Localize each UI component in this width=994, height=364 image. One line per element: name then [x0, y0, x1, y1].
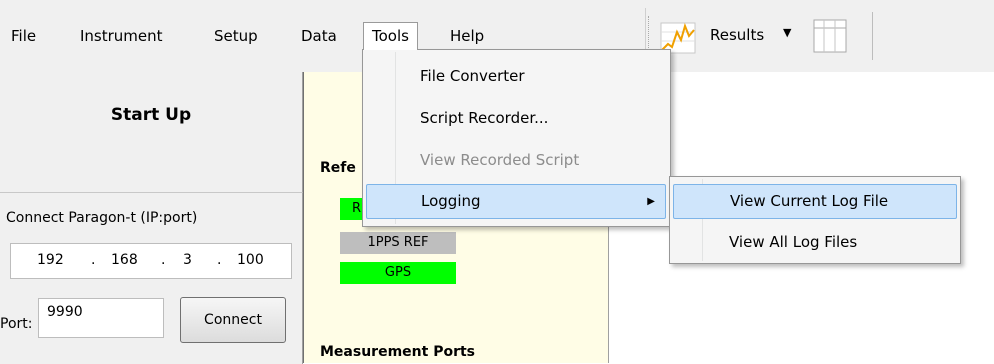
menu-item-script-recorder[interactable]: Script Recorder... — [366, 102, 666, 135]
menu-item-view-current-log[interactable]: View Current Log File — [673, 184, 957, 219]
toolbar-separator-2 — [872, 12, 873, 60]
connect-panel: Connect Paragon-t (IP:port) 192 . 168 . … — [0, 192, 303, 364]
menu-setup[interactable]: Setup — [206, 22, 266, 50]
menu-tools[interactable]: Tools — [363, 22, 418, 50]
ref-status-1pps: 1PPS REF — [340, 232, 456, 254]
menu-data[interactable]: Data — [293, 22, 345, 50]
menu-item-label: Script Recorder... — [420, 109, 549, 127]
measurement-ports-title: Measurement Ports — [320, 344, 475, 360]
chevron-down-icon: ▼ — [783, 26, 792, 39]
connect-label: Connect Paragon-t (IP:port) — [6, 210, 198, 226]
logging-submenu: View Current Log File View All Log Files — [669, 176, 961, 264]
menu-item-label: View All Log Files — [729, 233, 858, 251]
submenu-arrow-icon: ▶ — [647, 196, 655, 207]
ip-octet-2[interactable]: 168 — [111, 252, 138, 268]
tools-dropdown-menu: File Converter Script Recorder... View R… — [362, 49, 671, 227]
menu-item-label: Logging — [421, 192, 481, 210]
ip-dot: . — [161, 252, 166, 268]
port-label: Port: — [0, 316, 33, 332]
menu-item-label: View Current Log File — [730, 192, 889, 210]
ip-dot: . — [91, 252, 96, 268]
startup-title: Start Up — [110, 105, 192, 125]
port-value: 9990 — [47, 304, 83, 320]
ip-octet-3[interactable]: 3 — [183, 252, 192, 268]
reference-title: Refe — [320, 160, 356, 176]
startup-panel: Start Up — [0, 72, 303, 192]
menu-file[interactable]: File — [3, 22, 44, 50]
ip-octet-4[interactable]: 100 — [237, 252, 264, 268]
menu-item-view-recorded-script: View Recorded Script — [366, 144, 666, 177]
ip-octet-1[interactable]: 192 — [37, 252, 64, 268]
ip-dot: . — [217, 252, 222, 268]
ref-status-gps: GPS — [340, 262, 456, 284]
grid-icon[interactable] — [812, 18, 848, 54]
connect-button[interactable]: Connect — [180, 297, 286, 343]
menu-item-label: File Converter — [420, 67, 525, 85]
menu-instrument[interactable]: Instrument — [72, 22, 171, 50]
results-label: Results — [710, 26, 765, 44]
menu-item-label: View Recorded Script — [420, 151, 580, 169]
menu-help[interactable]: Help — [442, 22, 492, 50]
ip-address-field[interactable]: 192 . 168 . 3 . 100 — [10, 243, 292, 279]
menu-item-view-all-logs[interactable]: View All Log Files — [673, 226, 955, 259]
menu-item-logging[interactable]: Logging ▶ — [366, 184, 666, 219]
port-input[interactable]: 9990 — [38, 298, 164, 338]
menu-item-file-converter[interactable]: File Converter — [366, 60, 666, 93]
results-button[interactable]: Results ▼ — [660, 20, 810, 54]
